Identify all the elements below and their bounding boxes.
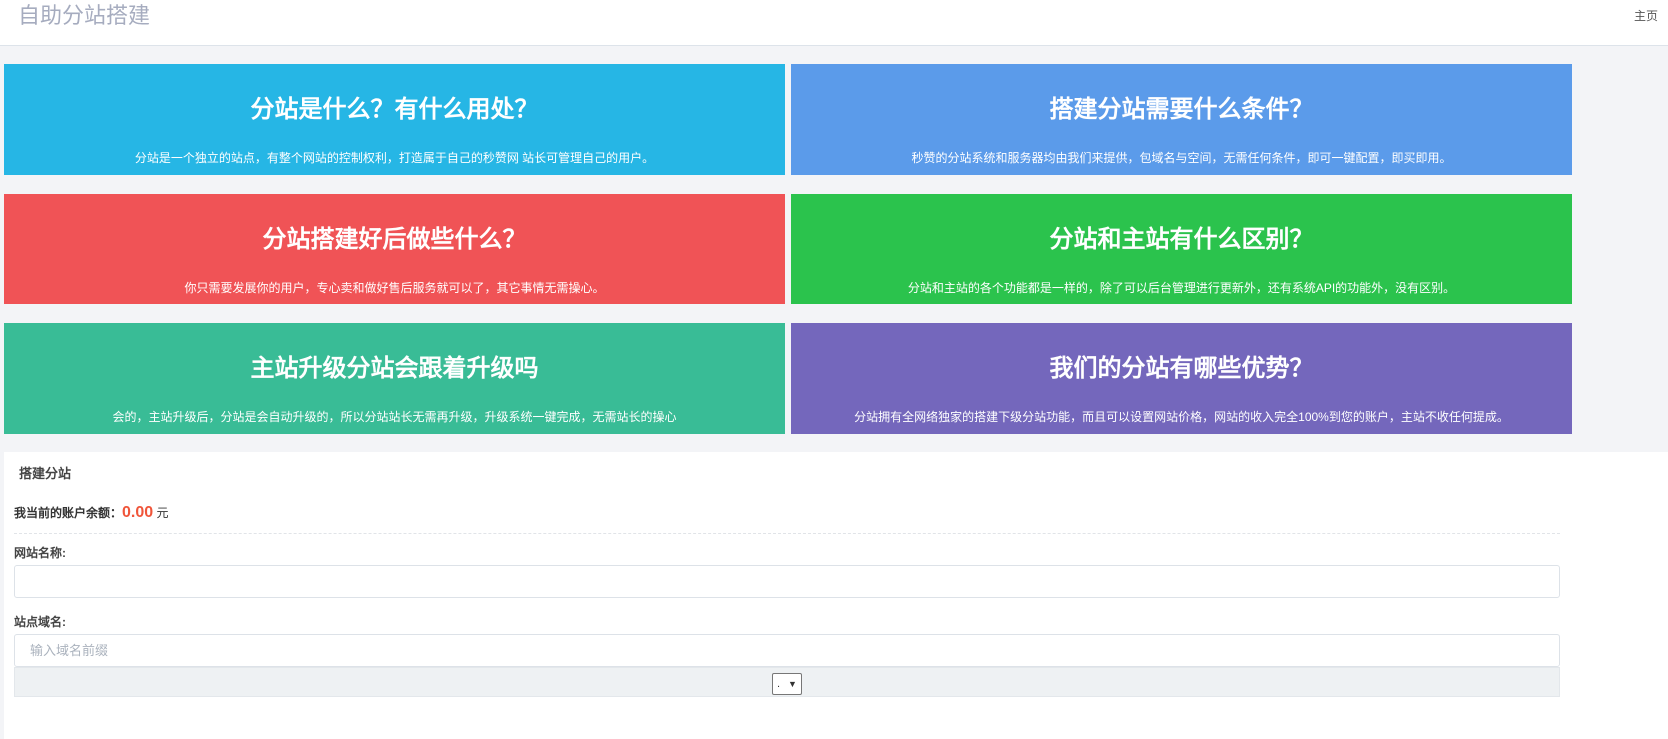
domain-suffix-select[interactable]: . ▼ — [772, 673, 802, 695]
card-title: 分站搭建好后做些什么？ — [262, 226, 527, 253]
domain-label: 站点域名: — [14, 615, 66, 629]
card-title: 主站升级分站会跟着升级吗 — [250, 355, 539, 382]
account-balance: 我当前的账户余额：0.00 元 — [14, 502, 169, 524]
site-name-input[interactable] — [14, 565, 1560, 598]
balance-amount: 0.00 — [122, 504, 154, 521]
domain-prefix-input[interactable] — [14, 634, 1560, 667]
balance-unit: 元 — [156, 506, 169, 520]
home-link[interactable]: 主页 — [1634, 8, 1658, 24]
card-title: 我们的分站有哪些优势？ — [1049, 355, 1314, 382]
card-title: 分站和主站有什么区别？ — [1049, 226, 1314, 253]
top-navbar: 自助分站搭建 主页 — [0, 0, 1668, 46]
info-card-upgrade: 主站升级分站会跟着升级吗 会的，主站升级后，分站是会自动升级的，所以分站站长无需… — [4, 323, 785, 434]
info-card-differences: 分站和主站有什么区别？ 分站和主站的各个功能都是一样的，除了可以后台管理进行更新… — [791, 194, 1572, 304]
info-card-after-setup: 分站搭建好后做些什么？ 你只需要发展你的用户，专心卖和做好售后服务就可以了，其它… — [4, 194, 785, 304]
divider — [14, 533, 1560, 534]
chevron-down-icon: ▼ — [788, 679, 797, 689]
card-description: 分站是一个独立的站点，有整个网站的控制权利，打造属于自己的秒赞网 站长可管理自己… — [134, 151, 655, 165]
site-name-label: 网站名称: — [14, 546, 66, 560]
info-card-requirements: 搭建分站需要什么条件？ 秒赞的分站系统和服务器均由我们来提供，包域名与空间，无需… — [791, 64, 1572, 175]
card-description: 秒赞的分站系统和服务器均由我们来提供，包域名与空间，无需任何条件，即可一键配置，… — [911, 151, 1452, 165]
panel-title: 搭建分站 — [19, 466, 72, 481]
balance-label: 我当前的账户余额： — [14, 506, 123, 520]
build-substation-panel: 搭建分站 我当前的账户余额：0.00 元 网站名称: 站点域名: . ▼ — [4, 452, 1668, 739]
domain-suffix-bar: . ▼ — [14, 667, 1560, 697]
card-description: 你只需要发展你的用户，专心卖和做好售后服务就可以了，其它事情无需操心。 — [184, 281, 605, 295]
card-description: 分站和主站的各个功能都是一样的，除了可以后台管理进行更新外，还有系统API的功能… — [907, 281, 1456, 295]
card-description: 分站拥有全网络独家的搭建下级分站功能，而且可以设置网站价格，网站的收入完全100… — [854, 410, 1509, 424]
card-title: 分站是什么？有什么用处？ — [250, 96, 539, 123]
card-title: 搭建分站需要什么条件？ — [1049, 96, 1314, 123]
brand-title[interactable]: 自助分站搭建 — [18, 2, 150, 30]
info-card-advantages: 我们的分站有哪些优势？ 分站拥有全网络独家的搭建下级分站功能，而且可以设置网站价… — [791, 323, 1572, 434]
domain-suffix-value: . — [777, 678, 781, 690]
info-card-what-is-substation: 分站是什么？有什么用处？ 分站是一个独立的站点，有整个网站的控制权利，打造属于自… — [4, 64, 785, 175]
card-description: 会的，主站升级后，分站是会自动升级的，所以分站站长无需再升级，升级系统一键完成，… — [112, 410, 677, 424]
